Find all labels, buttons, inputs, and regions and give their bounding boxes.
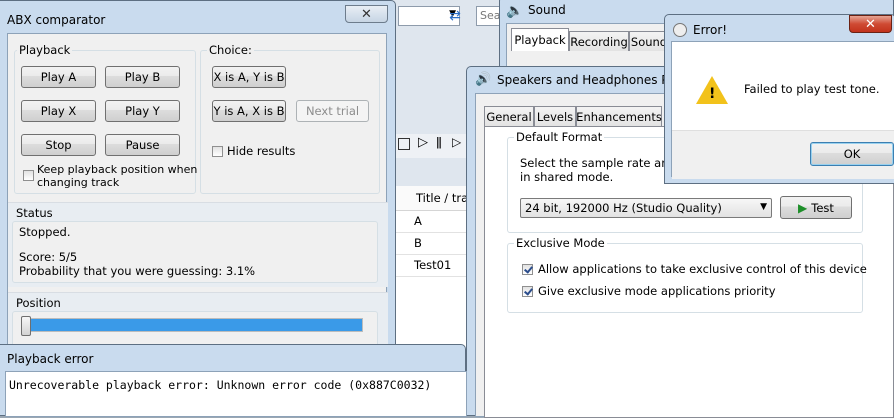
hide-results-checkbox[interactable] xyxy=(212,146,223,157)
error-dialog: Error! ✕ ! Failed to play test tone. OK xyxy=(664,14,894,184)
track-title: Test01 xyxy=(414,258,452,272)
play-icon[interactable]: ▷ xyxy=(418,135,428,150)
close-icon: ✕ xyxy=(361,6,372,22)
give-priority-label: Give exclusive mode applications priorit… xyxy=(538,284,776,298)
tab-label: General xyxy=(486,109,532,124)
pause-icon[interactable]: ǁ xyxy=(436,135,442,149)
play-icon: ▶ xyxy=(798,200,808,215)
pause-button[interactable]: Pause xyxy=(105,134,180,156)
close-button[interactable]: ✕ xyxy=(345,5,388,23)
play-y-button[interactable]: Play Y xyxy=(105,100,180,122)
warning-exclamation: ! xyxy=(709,86,716,102)
button-label: Y is A, X is B xyxy=(213,104,285,118)
play-x-button[interactable]: Play X xyxy=(21,100,96,122)
track-title: A xyxy=(414,214,422,228)
keep-position-checkbox[interactable] xyxy=(23,170,34,181)
status-panel: Status Stopped. Score: 5/5 Probability t… xyxy=(8,202,388,287)
player-toolbar: ▷ ǁ ▷ xyxy=(396,134,470,158)
position-track xyxy=(12,311,378,347)
tab-general[interactable]: General xyxy=(484,106,534,126)
speaker-icon: 🔈 xyxy=(506,3,524,19)
format-select[interactable]: 24 bit, 192000 Hz (Studio Quality) ▼ xyxy=(520,198,772,218)
button-label: Play B xyxy=(124,70,161,84)
keep-position-label: Keep playback position when xyxy=(37,163,198,176)
tab-label: Sound xyxy=(630,34,668,49)
tab-levels[interactable]: Levels xyxy=(534,106,576,126)
give-priority-checkbox[interactable] xyxy=(522,286,533,297)
button-label: Next trial xyxy=(305,104,360,118)
button-label: Pause xyxy=(125,138,160,152)
position-fill xyxy=(28,319,362,331)
playback-error-client: Unrecoverable playback error: Unknown er… xyxy=(5,371,467,417)
playback-error-title: Playback error xyxy=(7,352,94,366)
play-b-button[interactable]: Play B xyxy=(105,66,180,88)
probability-text: Probability that you were guessing: 3.1% xyxy=(19,264,256,278)
score-text: Score: 5/5 xyxy=(19,250,78,264)
exclusive-mode-label: Exclusive Mode xyxy=(514,236,607,250)
button-label: Play X xyxy=(40,104,77,118)
sound-title: Sound xyxy=(528,3,566,17)
next-icon[interactable]: ▷ xyxy=(452,135,461,149)
speakers-title: Speakers and Headphones Prop xyxy=(497,73,688,87)
error-title: Error! xyxy=(693,23,728,37)
button-label: Play A xyxy=(40,70,77,84)
y-is-a-button[interactable]: Y is A, X is B xyxy=(212,100,286,122)
playback-label: Playback xyxy=(17,43,73,57)
status-box: Stopped. Score: 5/5 Probability that you… xyxy=(12,221,378,283)
error-message: Failed to play test tone. xyxy=(744,82,880,96)
abx-client: Playback Play A Play B Play X Play Y Sto… xyxy=(7,33,388,351)
tab-label: Recording xyxy=(570,34,628,49)
chevron-down-icon: ▼ xyxy=(760,202,767,212)
ok-button[interactable]: OK xyxy=(810,142,894,166)
status-label: Status xyxy=(16,206,53,220)
allow-exclusive-checkbox[interactable] xyxy=(522,264,533,275)
next-trial-button[interactable]: Next trial xyxy=(296,100,369,122)
playback-error-message: Unrecoverable playback error: Unknown er… xyxy=(9,378,432,392)
ok-label: OK xyxy=(843,147,861,161)
play-a-button[interactable]: Play A xyxy=(21,66,96,88)
error-client: ! Failed to play test tone. OK xyxy=(671,41,894,179)
keep-position-label-2: changing track xyxy=(37,176,120,189)
x-is-a-button[interactable]: X is A, Y is B xyxy=(212,66,286,88)
button-label: Stop xyxy=(45,138,72,152)
playback-error-window: Playback error Unrecoverable playback er… xyxy=(0,344,467,417)
test-button[interactable]: ▶ Test xyxy=(780,196,852,219)
tab-enhancements[interactable]: Enhancements xyxy=(576,106,662,126)
close-icon: ✕ xyxy=(865,16,876,32)
stop-button[interactable]: Stop xyxy=(21,134,96,156)
button-label: X is A, Y is B xyxy=(213,70,285,84)
stop-icon[interactable] xyxy=(398,138,410,150)
position-bar[interactable] xyxy=(27,318,363,332)
tab-label: Levels xyxy=(536,109,574,124)
track-title: B xyxy=(414,236,422,250)
refresh-icon[interactable]: ⇄ xyxy=(444,6,466,26)
allow-exclusive-label: Allow applications to take exclusive con… xyxy=(538,262,867,276)
button-label: Play Y xyxy=(125,104,160,118)
default-format-label: Default Format xyxy=(514,130,605,144)
test-label: Test xyxy=(811,200,834,215)
tab-label: Enhancements xyxy=(576,109,662,124)
format-description: in shared mode. xyxy=(520,170,614,184)
position-label: Position xyxy=(16,296,61,310)
tab-playback[interactable]: Playback xyxy=(511,28,569,51)
exclusive-mode-group: Exclusive Mode Allow applications to tak… xyxy=(507,236,867,313)
status-text: Stopped. xyxy=(19,225,71,239)
format-value: 24 bit, 192000 Hz (Studio Quality) xyxy=(525,201,722,215)
abx-title: ABX comparator xyxy=(7,13,106,27)
position-panel: Position xyxy=(8,292,388,351)
tab-label: Playback xyxy=(514,33,566,47)
speaker-properties-icon: 🔊 xyxy=(475,72,492,87)
hide-results-label: Hide results xyxy=(227,144,296,158)
abx-comparator-window: ABX comparator ✕ Playback Play A Play B … xyxy=(0,0,396,351)
close-button[interactable]: ✕ xyxy=(849,15,892,33)
tab-sounds[interactable]: Sound xyxy=(629,31,669,51)
position-slider-thumb[interactable] xyxy=(21,316,31,336)
choice-label: Choice: xyxy=(207,43,254,57)
tab-recording[interactable]: Recording xyxy=(569,31,629,51)
app-icon xyxy=(673,23,687,37)
